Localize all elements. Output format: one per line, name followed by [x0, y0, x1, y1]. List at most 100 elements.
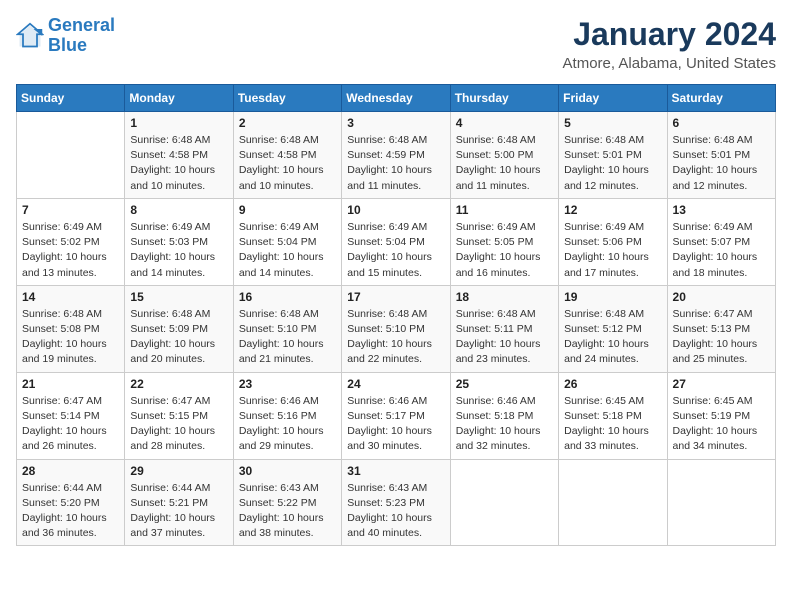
- calendar-cell: 23 Sunrise: 6:46 AMSunset: 5:16 PMDayligh…: [233, 372, 341, 459]
- day-number: 5: [564, 116, 661, 130]
- calendar-header-row: SundayMondayTuesdayWednesdayThursdayFrid…: [17, 85, 776, 112]
- day-info: Sunrise: 6:44 AMSunset: 5:20 PMDaylight:…: [22, 481, 119, 542]
- day-info: Sunrise: 6:48 AMSunset: 5:01 PMDaylight:…: [673, 133, 770, 194]
- day-number: 22: [130, 377, 227, 391]
- day-number: 4: [456, 116, 553, 130]
- day-number: 27: [673, 377, 770, 391]
- page-header: GeneralBlue January 2024 Atmore, Alabama…: [16, 16, 776, 72]
- day-number: 17: [347, 290, 444, 304]
- day-info: Sunrise: 6:48 AMSunset: 5:00 PMDaylight:…: [456, 133, 553, 194]
- column-header-thursday: Thursday: [450, 85, 558, 112]
- day-number: 8: [130, 203, 227, 217]
- day-info: Sunrise: 6:43 AMSunset: 5:22 PMDaylight:…: [239, 481, 336, 542]
- day-info: Sunrise: 6:48 AMSunset: 5:12 PMDaylight:…: [564, 307, 661, 368]
- day-number: 21: [22, 377, 119, 391]
- calendar-cell: 2Sunrise: 6:48 AMSunset: 4:58 PMDaylight…: [233, 112, 341, 199]
- day-number: 30: [239, 464, 336, 478]
- column-header-wednesday: Wednesday: [342, 85, 450, 112]
- day-number: 12: [564, 203, 661, 217]
- column-header-tuesday: Tuesday: [233, 85, 341, 112]
- day-info: Sunrise: 6:45 AMSunset: 5:18 PMDaylight:…: [564, 394, 661, 455]
- logo: GeneralBlue: [16, 16, 115, 56]
- logo-text: GeneralBlue: [48, 16, 115, 56]
- day-number: 26: [564, 377, 661, 391]
- day-info: Sunrise: 6:46 AMSunset: 5:18 PMDaylight:…: [456, 394, 553, 455]
- calendar-week-row: 21 Sunrise: 6:47 AMSunset: 5:14 PMDayligh…: [17, 372, 776, 459]
- calendar-cell: 27Sunrise: 6:45 AMSunset: 5:19 PMDayligh…: [667, 372, 775, 459]
- calendar-cell: [450, 459, 558, 546]
- calendar-cell: 26 Sunrise: 6:45 AMSunset: 5:18 PMDayligh…: [559, 372, 667, 459]
- calendar-title: January 2024: [563, 16, 776, 53]
- calendar-cell: 21 Sunrise: 6:47 AMSunset: 5:14 PMDayligh…: [17, 372, 125, 459]
- calendar-cell: 1 Sunrise: 6:48 AMSunset: 4:58 PMDaylight…: [125, 112, 233, 199]
- day-info: Sunrise: 6:44 AMSunset: 5:21 PMDaylight:…: [130, 481, 227, 542]
- day-number: 7: [22, 203, 119, 217]
- day-info: Sunrise: 6:49 AMSunset: 5:03 PMDaylight:…: [130, 220, 227, 281]
- calendar-cell: 30 Sunrise: 6:43 AMSunset: 5:22 PMDayligh…: [233, 459, 341, 546]
- day-number: 3: [347, 116, 444, 130]
- calendar-cell: 20 Sunrise: 6:47 AMSunset: 5:13 PMDayligh…: [667, 285, 775, 372]
- day-info: Sunrise: 6:48 AMSunset: 5:10 PMDaylight:…: [239, 307, 336, 368]
- calendar-week-row: 28Sunrise: 6:44 AMSunset: 5:20 PMDayligh…: [17, 459, 776, 546]
- day-info: Sunrise: 6:46 AMSunset: 5:17 PMDaylight:…: [347, 394, 444, 455]
- day-info: Sunrise: 6:49 AMSunset: 5:05 PMDaylight:…: [456, 220, 553, 281]
- calendar-cell: 12 Sunrise: 6:49 AMSunset: 5:06 PMDayligh…: [559, 198, 667, 285]
- column-header-friday: Friday: [559, 85, 667, 112]
- day-info: Sunrise: 6:49 AMSunset: 5:06 PMDaylight:…: [564, 220, 661, 281]
- day-info: Sunrise: 6:47 AMSunset: 5:15 PMDaylight:…: [130, 394, 227, 455]
- calendar-cell: 18 Sunrise: 6:48 AMSunset: 5:11 PMDayligh…: [450, 285, 558, 372]
- calendar-cell: 15 Sunrise: 6:48 AMSunset: 5:09 PMDayligh…: [125, 285, 233, 372]
- day-number: 18: [456, 290, 553, 304]
- calendar-week-row: 1 Sunrise: 6:48 AMSunset: 4:58 PMDaylight…: [17, 112, 776, 199]
- column-header-monday: Monday: [125, 85, 233, 112]
- calendar-cell: 6 Sunrise: 6:48 AMSunset: 5:01 PMDaylight…: [667, 112, 775, 199]
- day-number: 16: [239, 290, 336, 304]
- day-info: Sunrise: 6:49 AMSunset: 5:04 PMDaylight:…: [239, 220, 336, 281]
- day-info: Sunrise: 6:48 AMSunset: 4:58 PMDaylight:…: [130, 133, 227, 194]
- calendar-cell: 14Sunrise: 6:48 AMSunset: 5:08 PMDayligh…: [17, 285, 125, 372]
- day-info: Sunrise: 6:48 AMSunset: 5:09 PMDaylight:…: [130, 307, 227, 368]
- day-info: Sunrise: 6:48 AMSunset: 5:10 PMDaylight:…: [347, 307, 444, 368]
- calendar-week-row: 7 Sunrise: 6:49 AMSunset: 5:02 PMDaylight…: [17, 198, 776, 285]
- calendar-cell: 5Sunrise: 6:48 AMSunset: 5:01 PMDaylight…: [559, 112, 667, 199]
- day-number: 25: [456, 377, 553, 391]
- calendar-subtitle: Atmore, Alabama, United States: [563, 55, 776, 72]
- day-info: Sunrise: 6:43 AMSunset: 5:23 PMDaylight:…: [347, 481, 444, 542]
- calendar-cell: [667, 459, 775, 546]
- column-header-sunday: Sunday: [17, 85, 125, 112]
- day-info: Sunrise: 6:49 AMSunset: 5:04 PMDaylight:…: [347, 220, 444, 281]
- calendar-cell: 25 Sunrise: 6:46 AMSunset: 5:18 PMDayligh…: [450, 372, 558, 459]
- day-number: 19: [564, 290, 661, 304]
- day-number: 13: [673, 203, 770, 217]
- calendar-cell: 28Sunrise: 6:44 AMSunset: 5:20 PMDayligh…: [17, 459, 125, 546]
- calendar-cell: 19 Sunrise: 6:48 AMSunset: 5:12 PMDayligh…: [559, 285, 667, 372]
- calendar-cell: [17, 112, 125, 199]
- day-info: Sunrise: 6:47 AMSunset: 5:14 PMDaylight:…: [22, 394, 119, 455]
- day-number: 1: [130, 116, 227, 130]
- day-info: Sunrise: 6:46 AMSunset: 5:16 PMDaylight:…: [239, 394, 336, 455]
- calendar-cell: 16 Sunrise: 6:48 AMSunset: 5:10 PMDayligh…: [233, 285, 341, 372]
- day-number: 6: [673, 116, 770, 130]
- day-info: Sunrise: 6:48 AMSunset: 4:58 PMDaylight:…: [239, 133, 336, 194]
- title-block: January 2024 Atmore, Alabama, United Sta…: [563, 16, 776, 72]
- day-number: 23: [239, 377, 336, 391]
- day-info: Sunrise: 6:49 AMSunset: 5:07 PMDaylight:…: [673, 220, 770, 281]
- calendar-cell: 4 Sunrise: 6:48 AMSunset: 5:00 PMDaylight…: [450, 112, 558, 199]
- calendar-cell: 9 Sunrise: 6:49 AMSunset: 5:04 PMDaylight…: [233, 198, 341, 285]
- calendar-cell: 3Sunrise: 6:48 AMSunset: 4:59 PMDaylight…: [342, 112, 450, 199]
- calendar-cell: 31Sunrise: 6:43 AMSunset: 5:23 PMDayligh…: [342, 459, 450, 546]
- day-info: Sunrise: 6:49 AMSunset: 5:02 PMDaylight:…: [22, 220, 119, 281]
- calendar-cell: 8 Sunrise: 6:49 AMSunset: 5:03 PMDaylight…: [125, 198, 233, 285]
- day-number: 10: [347, 203, 444, 217]
- day-number: 24: [347, 377, 444, 391]
- calendar-cell: 7 Sunrise: 6:49 AMSunset: 5:02 PMDaylight…: [17, 198, 125, 285]
- logo-icon: [16, 22, 44, 50]
- calendar-cell: 11Sunrise: 6:49 AMSunset: 5:05 PMDayligh…: [450, 198, 558, 285]
- calendar-cell: [559, 459, 667, 546]
- day-number: 9: [239, 203, 336, 217]
- day-info: Sunrise: 6:48 AMSunset: 5:11 PMDaylight:…: [456, 307, 553, 368]
- day-number: 20: [673, 290, 770, 304]
- day-number: 15: [130, 290, 227, 304]
- day-info: Sunrise: 6:47 AMSunset: 5:13 PMDaylight:…: [673, 307, 770, 368]
- calendar-cell: 10 Sunrise: 6:49 AMSunset: 5:04 PMDayligh…: [342, 198, 450, 285]
